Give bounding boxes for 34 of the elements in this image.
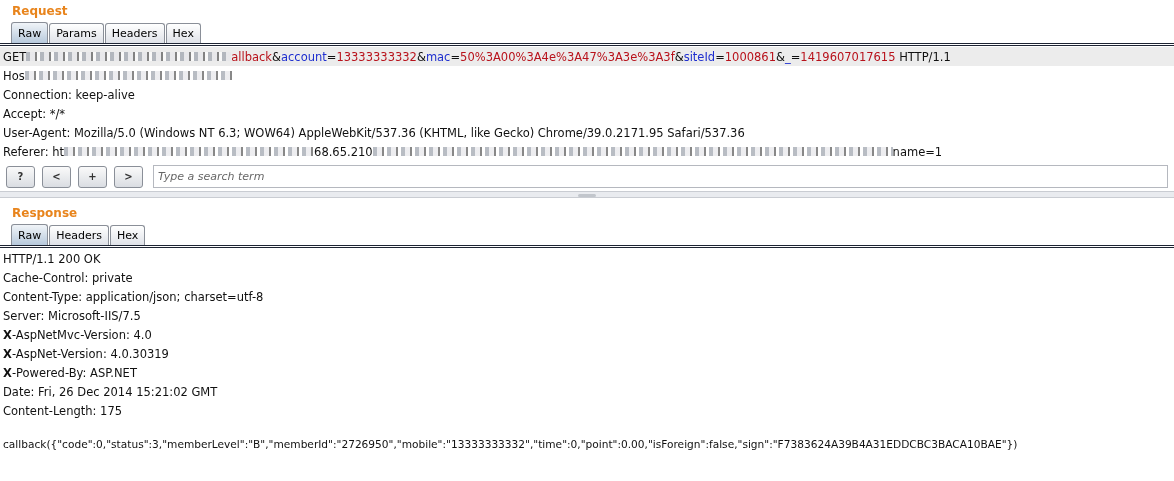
request-text: Hos [3, 68, 25, 83]
tab[interactable]: Raw [11, 22, 49, 43]
toolbar-button[interactable]: + [78, 165, 107, 188]
request-text: Accept: */* [3, 106, 66, 121]
toolbar-button[interactable]: ? [6, 165, 35, 188]
tab[interactable]: Params [49, 23, 104, 43]
section-title: Response [11, 205, 79, 222]
response-header: X-Powered-By: ASP.NET [3, 365, 137, 380]
request-text: 68.65.210 [314, 144, 373, 159]
response-header: Date: Fri, 26 Dec 2014 15:21:02 GMT [3, 384, 218, 399]
request-text: allback&account=13333333332&mac=50%3A00%3A4e%3A47%3A3e%3A3f&siteId=1000861&_=1419607017615 HTTP/1.1 [231, 49, 951, 64]
request-text: name=1 [892, 144, 943, 159]
tab[interactable]: Hex [109, 225, 146, 245]
tab[interactable]: Raw [11, 224, 49, 245]
response-header: Server: Microsoft-IIS/7.5 [3, 308, 141, 323]
tab[interactable]: Headers [49, 225, 109, 245]
request-text: Referer: ht [3, 144, 65, 159]
response-header: HTTP/1.1 200 OK [3, 251, 101, 266]
tab[interactable]: Hex [165, 23, 201, 43]
response-body: callback({"code":0,"status":3,"memberLevel":"B","memberId":"2726950","mobile":"13333333332","time":0,"point":0.00,"isForeign":false,"sign":"F7383624A39B4A31EDDCBC3BACA10BAE"}) [3, 437, 1018, 450]
search-field[interactable]: Type a search term [153, 165, 1168, 188]
response-header: X-AspNet-Version: 4.0.30319 [3, 346, 169, 361]
response-header: Content-Length: 175 [3, 403, 123, 418]
response-header: Content-Type: application/json; charset=utf-8 [3, 289, 264, 304]
request-text: GET [3, 49, 27, 64]
response-header: X-AspNetMvc-Version: 4.0 [3, 327, 152, 342]
tab[interactable]: Headers [104, 23, 165, 43]
toolbar-button[interactable]: > [114, 165, 143, 188]
toolbar-button[interactable]: < [42, 165, 71, 188]
section-title: Request [11, 3, 69, 20]
response-header: Cache-Control: private [3, 270, 133, 285]
request-text: Connection: keep-alive [3, 87, 135, 102]
splitter-handle[interactable] [578, 194, 596, 197]
request-text: User-Agent: Mozilla/5.0 (Windows NT 6.3; WOW64) AppleWebKit/537.36 (KHTML, like Gecko) Chrome/39.0.2171.95 Safari/537.36 [3, 125, 745, 140]
